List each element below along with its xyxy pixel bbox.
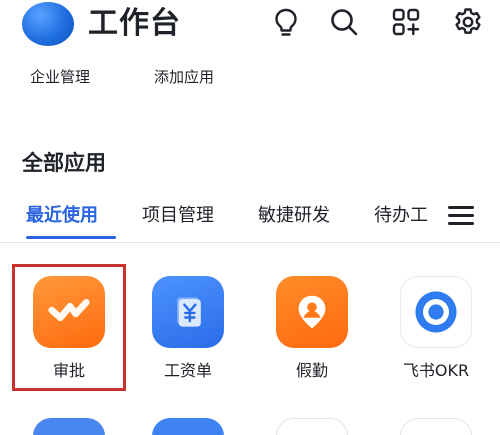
quick-link-enterprise-management[interactable]: 企业管理 <box>30 66 90 88</box>
settings-icon[interactable] <box>450 4 486 40</box>
app-icon-partial[interactable] <box>33 418 105 435</box>
attendance-icon <box>276 276 348 348</box>
page-title: 工作台 <box>88 6 181 41</box>
tab-active-indicator <box>26 236 116 239</box>
app-icon-partial[interactable] <box>152 418 224 435</box>
lightbulb-icon[interactable] <box>268 4 304 40</box>
app-label: 飞书OKR <box>402 361 470 380</box>
divider <box>0 242 500 243</box>
app-attendance[interactable]: 假勤 <box>257 276 367 382</box>
tab-bar: 最近使用 项目管理 敏捷研发 待办工 <box>0 198 500 242</box>
tab-recent[interactable]: 最近使用 <box>26 202 98 230</box>
header: 工作台 <box>0 0 500 60</box>
app-icon-partial[interactable] <box>276 418 348 435</box>
okr-icon <box>400 276 472 348</box>
app-approval[interactable]: 审批 <box>14 276 124 382</box>
app-payslip[interactable]: 工资单 <box>133 276 243 382</box>
app-icon-partial[interactable] <box>400 418 472 435</box>
section-title: 全部应用 <box>22 151 106 175</box>
app-label: 审批 <box>52 361 85 380</box>
payslip-icon <box>152 276 224 348</box>
tab-todo[interactable]: 待办工 <box>374 202 428 230</box>
app-label: 工资单 <box>163 361 212 380</box>
menu-icon[interactable] <box>448 206 474 228</box>
avatar[interactable] <box>22 2 74 46</box>
search-icon[interactable] <box>326 4 362 40</box>
app-okr[interactable]: 飞书OKR <box>381 276 491 382</box>
grid-add-icon[interactable] <box>388 4 424 40</box>
tab-agile-dev[interactable]: 敏捷研发 <box>258 202 330 230</box>
app-label: 假勤 <box>295 361 328 380</box>
tab-project-management[interactable]: 项目管理 <box>142 202 214 230</box>
quick-link-add-app[interactable]: 添加应用 <box>154 66 214 88</box>
approval-icon <box>33 276 105 348</box>
